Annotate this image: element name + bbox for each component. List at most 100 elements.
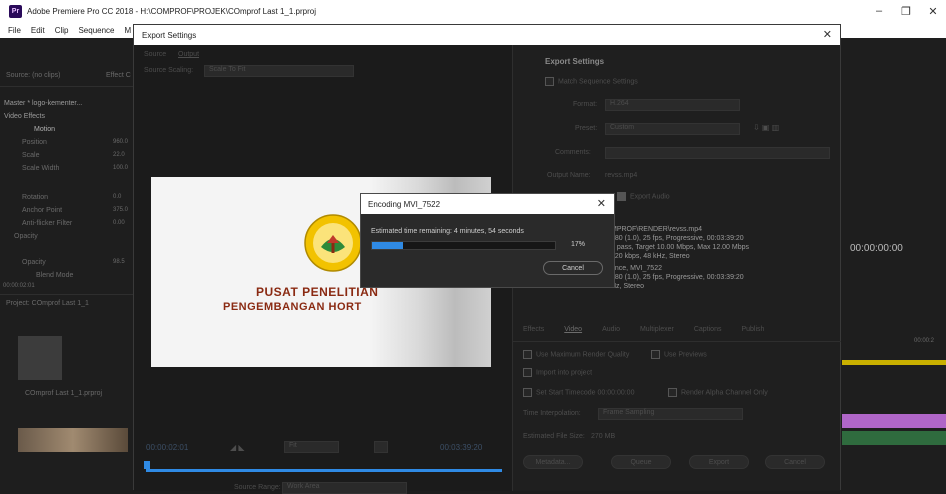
summary-source-audio: Hz, Stereo [611, 283, 645, 290]
in-timecode[interactable]: 00:00:02:01 [146, 443, 188, 452]
format-select[interactable]: H.264 [605, 99, 740, 111]
export-audio-checkbox[interactable]: Export Audio [617, 192, 670, 201]
estimated-size-value: 270 MB [591, 433, 616, 440]
rotation-value[interactable]: 0.0 [113, 194, 121, 200]
tab-effects[interactable]: Effects [523, 326, 544, 333]
menu-edit[interactable]: Edit [31, 26, 45, 35]
program-timecode[interactable]: 00:00:00:00 [850, 243, 903, 254]
import-into-project-checkbox[interactable]: Import into project [523, 368, 592, 377]
effect-controls-tab[interactable]: Effect C [106, 72, 131, 79]
menu-clip[interactable]: Clip [55, 26, 69, 35]
summary-bitrate-line: 1 pass, Target 10.00 Mbps, Max 12.00 Mbp… [611, 244, 750, 251]
export-dialog-title: Export Settings [142, 30, 197, 40]
output-name-link[interactable]: revss.mp4 [605, 172, 637, 179]
anti-flicker-value[interactable]: 0.00 [113, 220, 125, 226]
export-cancel-button[interactable]: Cancel [765, 455, 825, 469]
queue-button[interactable]: Queue [611, 455, 671, 469]
maximize-button[interactable]: ❐ [891, 0, 921, 22]
anchor-point-label: Anchor Point [22, 207, 63, 214]
export-button[interactable]: Export [689, 455, 749, 469]
tab-publish[interactable]: Publish [741, 326, 764, 333]
tab-multiplexer[interactable]: Multiplexer [640, 326, 674, 333]
start-timecode-value[interactable]: 00:00:00:00 [597, 389, 634, 396]
rotation-label: Rotation [22, 194, 49, 201]
encoding-progress-dialog: Encoding MVI_7522 ✕ Estimated time remai… [360, 193, 615, 288]
encoding-progress-percent: 17% [571, 241, 586, 248]
estimated-time-remaining: Estimated time remaining: 4 minutes, 54 … [371, 228, 524, 235]
anchor-point-value[interactable]: 375.0 [113, 207, 128, 213]
premiere-app-icon: Pr [9, 4, 22, 18]
window-title: Adobe Premiere Pro CC 2018 - H:\COMPROF\… [27, 6, 316, 16]
crop-icon[interactable] [374, 441, 388, 453]
blend-mode-label: Blend Mode [36, 272, 74, 279]
motion-effect-label[interactable]: Motion [34, 126, 55, 133]
set-start-timecode-checkbox[interactable]: Set Start Timecode 00:00:00:00 [523, 388, 634, 397]
encoding-progress-fill [372, 242, 404, 249]
metadata-button[interactable]: Metadata... [523, 455, 583, 469]
anti-flicker-label: Anti-flicker Filter [22, 220, 73, 227]
match-sequence-checkbox[interactable]: Match Sequence Settings [545, 77, 638, 86]
export-settings-header: Export Settings [545, 57, 605, 66]
position-value[interactable]: 960.0 [113, 139, 128, 145]
source-range-bar[interactable] [146, 469, 502, 472]
summary-source: ence, MVI_7522 [611, 265, 662, 272]
source-scaling-select[interactable]: Scale To Fit [204, 65, 354, 77]
scale-value[interactable]: 22.0 [113, 152, 125, 158]
out-timecode[interactable]: 00:03:39:20 [440, 443, 482, 452]
preset-action-icons[interactable]: ⇩ ▣ ▥ [753, 123, 779, 132]
preset-select[interactable]: Custom [605, 123, 740, 135]
tab-output[interactable]: Output [178, 51, 199, 58]
fit-select[interactable]: Fit [284, 441, 339, 453]
opacity-section-label[interactable]: Opacity [14, 233, 38, 240]
encoding-dialog-titlebar: Encoding MVI_7522 ✕ [361, 194, 614, 214]
encoding-progress-bar [371, 241, 556, 250]
time-interpolation-select[interactable]: Frame Sampling [598, 408, 743, 420]
encoding-cancel-button[interactable]: Cancel [543, 261, 603, 275]
source-panel-label[interactable]: Source: (no clips) [6, 72, 60, 79]
settings-tabs: Effects Video Audio Multiplexer Captions… [523, 326, 764, 333]
export-summary: MPROF\RENDER\revss.mp4 080 (1.0), 25 fps… [611, 225, 749, 291]
scale-width-value[interactable]: 100.0 [113, 165, 128, 171]
render-alpha-checkbox[interactable]: Render Alpha Channel Only [668, 388, 768, 397]
effect-timecode[interactable]: 00:00:02:01 [3, 283, 35, 289]
window-titlebar: Pr Adobe Premiere Pro CC 2018 - H:\COMPR… [0, 0, 946, 22]
opacity-value[interactable]: 98.5 [113, 259, 125, 265]
encoding-dialog-title: Encoding MVI_7522 [368, 199, 441, 209]
playhead-handle[interactable] [144, 461, 150, 469]
master-clip-label[interactable]: Master * logo-kementer... [4, 100, 82, 107]
tab-video[interactable]: Video [564, 326, 582, 333]
timeline-ruler-time: 00:00:2 [914, 338, 935, 344]
menu-file[interactable]: File [8, 26, 21, 35]
project-panel-label[interactable]: Project: COmprof Last 1_1 [6, 300, 89, 307]
output-name-label: Output Name: [547, 172, 591, 179]
use-previews-checkbox[interactable]: Use Previews [651, 350, 707, 359]
timeline-video-clip[interactable] [842, 414, 946, 428]
tab-source[interactable]: Source [144, 51, 166, 58]
project-thumbnail[interactable] [18, 336, 62, 380]
export-dialog-close-icon[interactable]: ✕ [823, 28, 832, 41]
minimize-button[interactable]: – [864, 0, 894, 22]
source-scaling-label: Source Scaling: [144, 67, 194, 74]
export-dialog-titlebar: Export Settings ✕ [134, 25, 840, 45]
opacity-label: Opacity [22, 259, 46, 266]
tab-captions[interactable]: Captions [694, 326, 722, 333]
project-file-name[interactable]: COmprof Last 1_1.prproj [25, 390, 102, 397]
source-range-select[interactable]: Work Area [282, 482, 407, 494]
kementan-logo-icon [304, 214, 362, 272]
timeline-audio-clip[interactable] [842, 431, 946, 445]
menu-marker[interactable]: M [125, 26, 132, 35]
preview-title-line2: PENGEMBANGAN HORT [223, 301, 362, 313]
close-window-button[interactable]: ✕ [918, 0, 946, 22]
playback-controls-icon[interactable]: ◢ ◣ [230, 443, 245, 452]
tab-audio[interactable]: Audio [602, 326, 620, 333]
summary-audio-line: 320 kbps, 48 kHz, Stereo [611, 253, 690, 260]
max-render-quality-checkbox[interactable]: Use Maximum Render Quality [523, 350, 629, 359]
timeline-work-area-bar[interactable] [842, 360, 946, 365]
menu-sequence[interactable]: Sequence [78, 26, 114, 35]
position-label: Position [22, 139, 47, 146]
comments-field[interactable] [605, 147, 830, 159]
format-label: Format: [573, 101, 598, 108]
video-effects-header: Video Effects [4, 113, 45, 120]
encoding-close-icon[interactable]: ✕ [597, 197, 606, 210]
project-clip-thumbnail[interactable] [18, 428, 128, 452]
